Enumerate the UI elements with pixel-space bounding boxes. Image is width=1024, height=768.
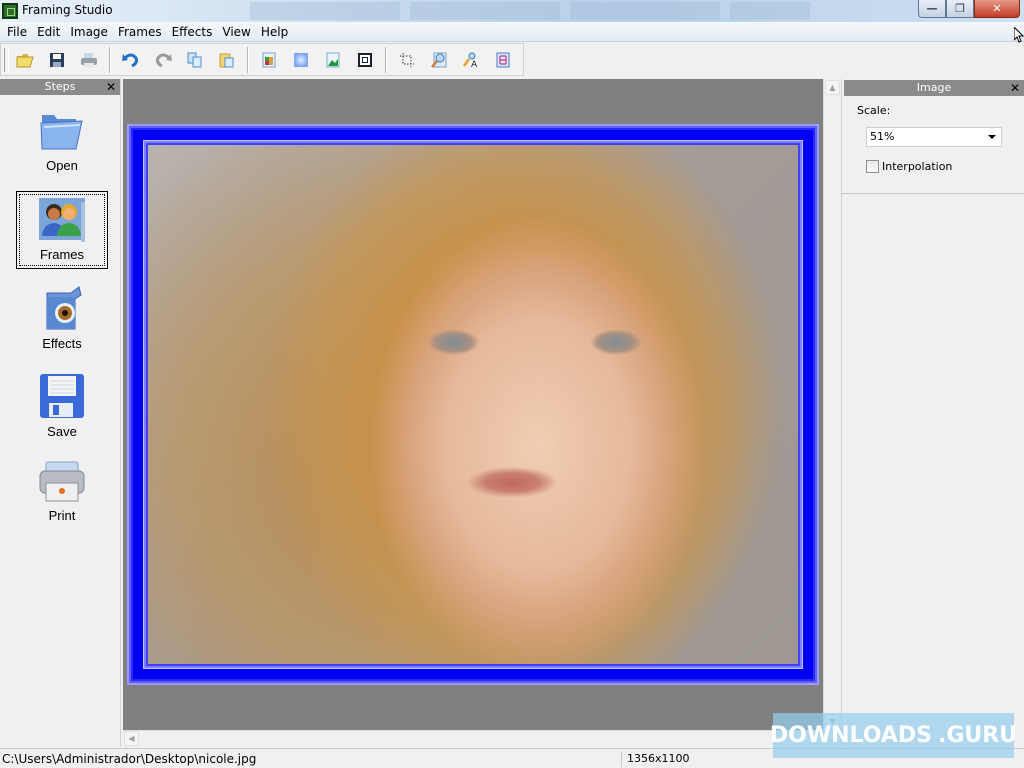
- printer-icon: [81, 52, 97, 67]
- paste-icon: [219, 53, 234, 67]
- svg-text:A: A: [471, 60, 478, 68]
- background-taskbar-blur: [250, 2, 810, 20]
- step-save[interactable]: Save: [16, 369, 108, 447]
- toolbar-text-button[interactable]: A: [459, 48, 483, 72]
- step-label: Save: [47, 424, 77, 439]
- steps-panel-header: Steps ✕: [0, 79, 120, 95]
- window-title: Framing Studio: [22, 3, 113, 17]
- step-label: Open: [46, 158, 78, 173]
- step-print[interactable]: Print: [16, 457, 108, 535]
- border-icon: [358, 52, 372, 67]
- toolbar-separator: [109, 46, 111, 73]
- chevron-down-icon: [988, 135, 996, 139]
- scroll-left-arrow-icon[interactable]: ◀: [124, 731, 139, 746]
- menu-bar: File Edit Image Frames Effects View Help: [0, 22, 1024, 42]
- floppy-disk-icon: [50, 52, 64, 67]
- menu-frames[interactable]: Frames: [113, 23, 167, 41]
- app-logo-icon: [2, 3, 18, 19]
- close-icon: ✕: [992, 2, 1002, 15]
- zoom-icon: [431, 52, 447, 68]
- toolbar-undo-button[interactable]: [119, 48, 143, 72]
- restore-button[interactable]: ❐: [946, 0, 974, 18]
- image-icon: [326, 52, 340, 67]
- redo-icon: [156, 53, 172, 67]
- steps-panel-close-button[interactable]: ✕: [106, 79, 116, 95]
- toolbar-paste-button[interactable]: [215, 48, 239, 72]
- mouse-cursor-icon: [1014, 27, 1024, 43]
- image-panel-body: Scale: 51% Interpolation: [842, 96, 1024, 194]
- title-bar: Framing Studio — ❐ ✕: [0, 0, 1024, 22]
- status-divider: [621, 751, 622, 767]
- menu-edit[interactable]: Edit: [32, 23, 65, 41]
- effects-icon: [294, 52, 308, 67]
- users-icon: [39, 198, 85, 242]
- toolbar-effects-button[interactable]: [289, 48, 313, 72]
- menu-view[interactable]: View: [217, 23, 255, 41]
- toolbar-frames-button[interactable]: [257, 48, 281, 72]
- toolbar: A: [0, 43, 524, 76]
- crop-icon: [400, 52, 414, 67]
- toolbar-redo-button[interactable]: [151, 48, 175, 72]
- undo-icon: [122, 53, 138, 67]
- layout-icon: [496, 52, 510, 67]
- vertical-scrollbar[interactable]: ▲ ▼: [823, 79, 840, 730]
- scroll-up-arrow-icon[interactable]: ▲: [825, 80, 840, 95]
- toolbar-layout-button[interactable]: [491, 48, 515, 72]
- scale-value: 51%: [870, 130, 895, 143]
- image-panel-title: Image: [916, 81, 952, 94]
- toolbar-border-button[interactable]: [353, 48, 377, 72]
- minimize-icon: —: [926, 2, 938, 15]
- watermark-text-left: DOWNLOADS: [769, 723, 933, 748]
- image-panel: Image ✕ Scale: 51% Interpolation: [841, 79, 1024, 746]
- frames-icon: [262, 52, 276, 67]
- status-file-path: C:\Users\Administrador\Desktop\nicole.jp…: [2, 752, 257, 766]
- horizontal-scrollbar[interactable]: ◀: [123, 730, 823, 746]
- menu-image[interactable]: Image: [65, 23, 113, 41]
- step-open[interactable]: Open: [16, 105, 108, 183]
- menu-help[interactable]: Help: [256, 23, 293, 41]
- photo-preview: [148, 145, 798, 664]
- image-canvas[interactable]: [123, 79, 823, 730]
- restore-icon: ❐: [955, 2, 965, 15]
- step-label: Frames: [39, 247, 85, 262]
- minimize-button[interactable]: —: [918, 0, 946, 18]
- watermark-logo: DOWNLOADS .GURU: [769, 713, 1018, 758]
- image-panel-header: Image ✕: [844, 80, 1024, 96]
- image-panel-close-button[interactable]: ✕: [1010, 80, 1020, 96]
- step-frames[interactable]: Frames: [16, 191, 108, 269]
- toolbar-save-button[interactable]: [45, 48, 69, 72]
- step-label: Effects: [42, 336, 82, 351]
- menu-file[interactable]: File: [2, 23, 32, 41]
- interpolation-option[interactable]: Interpolation: [866, 160, 952, 173]
- toolbar-zoom-button[interactable]: [427, 48, 451, 72]
- scale-dropdown[interactable]: 51%: [866, 127, 1002, 147]
- steps-panel: Steps ✕ Open Frames Effects Save Print: [0, 79, 121, 746]
- toolbar-print-button[interactable]: [77, 48, 101, 72]
- copy-icon: [187, 52, 202, 67]
- interpolation-label: Interpolation: [882, 160, 953, 173]
- step-label: Print: [48, 508, 76, 523]
- toolbar-open-button[interactable]: [13, 48, 37, 72]
- framing-studio-window: Framing Studio — ❐ ✕ File Edit Image Fra…: [0, 0, 1024, 768]
- scale-label: Scale:: [857, 104, 891, 117]
- toolbar-copy-button[interactable]: [183, 48, 207, 72]
- step-effects[interactable]: Effects: [16, 281, 108, 359]
- interpolation-checkbox[interactable]: [866, 160, 879, 173]
- effects-box-icon: [46, 286, 82, 330]
- folder-icon: [40, 115, 83, 150]
- close-button[interactable]: ✕: [974, 0, 1020, 18]
- status-image-dimensions: 1356x1100: [627, 752, 690, 765]
- text-icon: A: [462, 52, 478, 68]
- toolbar-image-button[interactable]: [321, 48, 345, 72]
- watermark-text-right: .GURU: [938, 723, 1018, 748]
- printer-icon: [39, 461, 85, 502]
- steps-panel-title: Steps: [44, 80, 76, 93]
- toolbar-separator: [385, 46, 387, 73]
- toolbar-crop-button[interactable]: [395, 48, 419, 72]
- menu-effects[interactable]: Effects: [167, 23, 218, 41]
- folder-open-icon: [16, 53, 34, 67]
- blue-frame: [127, 124, 819, 685]
- toolbar-separator: [247, 46, 249, 73]
- floppy-disk-icon: [40, 374, 84, 418]
